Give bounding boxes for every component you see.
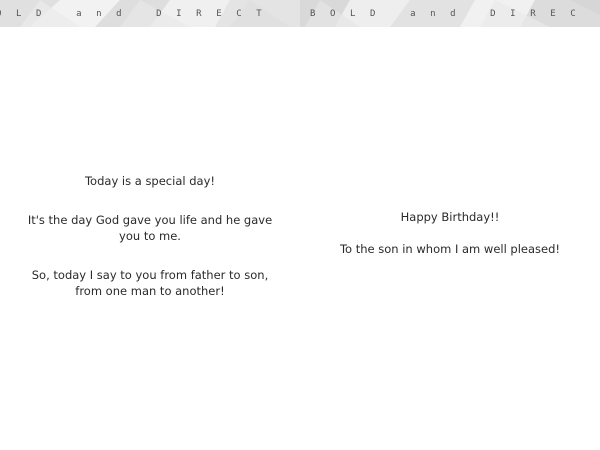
left-card-page: OLD and DIRECT Today is a special day! I…	[0, 0, 300, 450]
son-message-line: To the son in whom I am well pleased!	[339, 242, 561, 256]
banner-right: BOLD and DIREC	[300, 0, 600, 27]
banner-left: OLD and DIRECT	[0, 0, 300, 27]
banner-text-left: OLD and DIRECT	[0, 8, 277, 19]
happy-birthday-line: Happy Birthday!!	[400, 210, 500, 224]
message-line-2: It's the day God gave you life and he ga…	[27, 213, 273, 243]
right-card-page: BOLD and DIREC Happy Birthday!! To the s…	[300, 0, 600, 450]
banner-text-right: BOLD and DIREC	[310, 8, 591, 19]
message-line-3: So, today I say to you from father to so…	[31, 268, 269, 298]
message-line-1: Today is a special day!	[84, 174, 215, 188]
